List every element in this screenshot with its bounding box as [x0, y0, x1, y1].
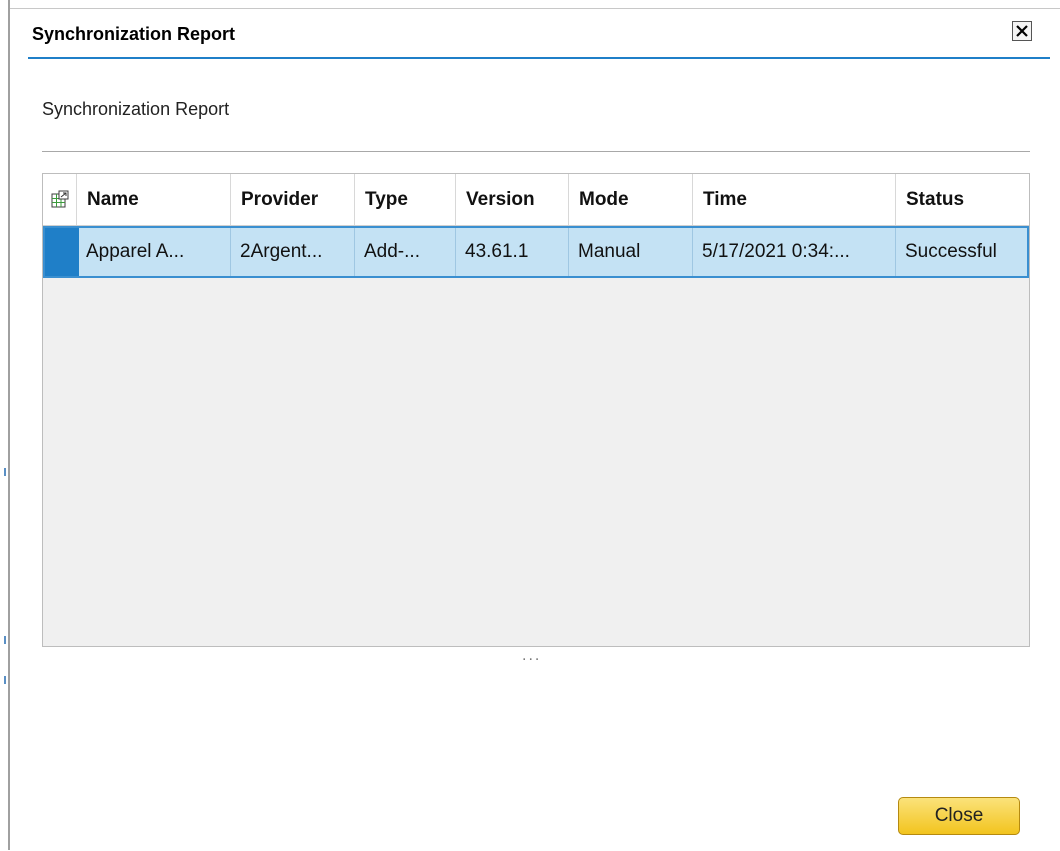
row-selector[interactable] — [45, 228, 79, 276]
synchronization-report-dialog: Synchronization Report Synchronization R… — [10, 8, 1060, 851]
cell-mode: Manual — [569, 228, 693, 276]
section-title: Synchronization Report — [42, 99, 230, 119]
cell-version: 43.61.1 — [456, 228, 569, 276]
cell-time: 5/17/2021 0:34:... — [693, 228, 896, 276]
close-button[interactable]: Close — [898, 797, 1020, 835]
column-header-status[interactable]: Status — [896, 174, 1029, 225]
dialog-titlebar: Synchronization Report — [28, 9, 1050, 59]
column-header-type[interactable]: Type — [355, 174, 456, 225]
dialog-title: Synchronization Report — [32, 24, 236, 44]
table-row[interactable]: Apparel A... 2Argent... Add-... 43.61.1 … — [43, 226, 1029, 278]
table-settings-icon[interactable] — [43, 174, 77, 225]
cell-name: Apparel A... — [77, 228, 231, 276]
title-underline — [28, 57, 1050, 59]
column-header-time[interactable]: Time — [693, 174, 896, 225]
cell-status: Successful — [905, 241, 997, 262]
column-header-provider[interactable]: Provider — [231, 174, 355, 225]
cell-type: Add-... — [355, 228, 456, 276]
sync-report-table: Name Provider Type Version Mode Time Sta… — [42, 173, 1030, 647]
window-edge — [0, 0, 10, 850]
more-indicator[interactable]: ... — [522, 647, 541, 665]
close-x-icon[interactable] — [1012, 21, 1032, 41]
column-header-version[interactable]: Version — [456, 174, 569, 225]
column-header-mode[interactable]: Mode — [569, 174, 693, 225]
column-header-name[interactable]: Name — [77, 174, 231, 225]
section-divider — [42, 151, 1030, 152]
table-header: Name Provider Type Version Mode Time Sta… — [43, 174, 1029, 226]
cell-provider: 2Argent... — [231, 228, 355, 276]
